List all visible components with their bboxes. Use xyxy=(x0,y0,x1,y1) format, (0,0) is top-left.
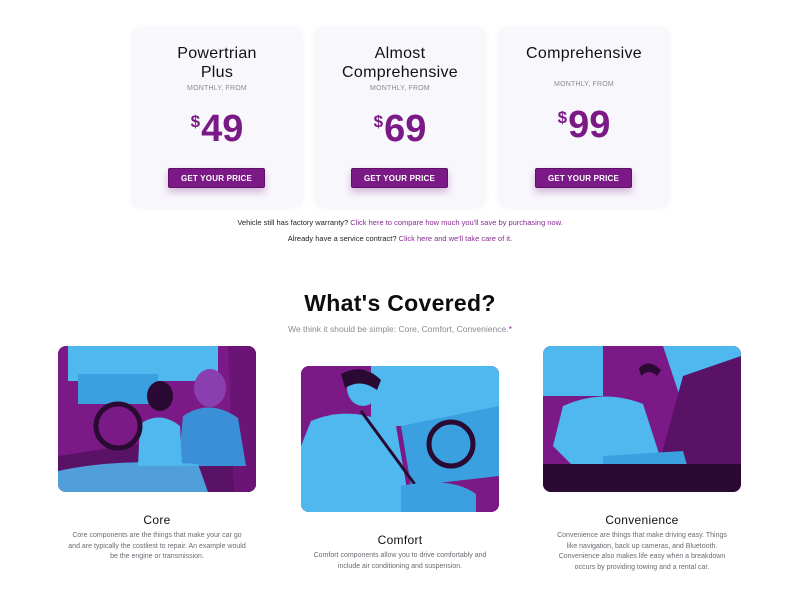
card-title: Convenience xyxy=(605,513,679,527)
card-description: Core components are the things that make… xyxy=(68,532,246,560)
currency-symbol: $ xyxy=(557,108,568,127)
price-amount: 49 xyxy=(201,108,244,150)
core-photo-car-friends xyxy=(58,346,256,492)
plan-subtitle: MONTHLY, FROM xyxy=(554,81,614,88)
plan-price: $49 xyxy=(132,108,302,150)
pricing-plans: Powertrian Plus MONTHLY, FROM $49 GET YO… xyxy=(132,28,670,208)
subtitle-text: We think it should be simple: Core, Comf… xyxy=(288,324,509,334)
plan-subtitle: MONTHLY, FROM xyxy=(370,85,430,92)
get-price-button-comprehensive[interactable]: GET YOUR PRICE xyxy=(535,168,632,188)
contract-note: Already have a service contract? Click h… xyxy=(0,234,800,243)
plan-price: $69 xyxy=(315,108,485,150)
plan-name-line2: Plus xyxy=(200,64,234,81)
plan-card-powertrain-plus: Powertrian Plus MONTHLY, FROM $49 GET YO… xyxy=(132,28,302,208)
card-title: Core xyxy=(143,513,171,527)
plan-card-comprehensive: Comprehensive MONTHLY, FROM $99 GET YOUR… xyxy=(499,28,669,208)
card-description: Comfort components allow you to drive co… xyxy=(313,552,487,570)
card-description: Convenience are things that make driving… xyxy=(557,532,727,571)
cut-off-text: · · · · · · xyxy=(360,0,440,4)
plan-name-line1: Powertrian xyxy=(177,45,257,62)
plan-name-line1: Almost xyxy=(374,45,426,62)
service-contract-link[interactable]: Click here and we'll take care of it. xyxy=(399,234,513,243)
compare-savings-link[interactable]: Click here to compare how much you'll sa… xyxy=(350,218,562,227)
card-title: Comfort xyxy=(377,533,423,547)
plan-card-almost-comprehensive: Almost Comprehensive MONTHLY, FROM $69 G… xyxy=(315,28,485,208)
plan-name-line2: Comprehensive xyxy=(342,64,458,81)
section-title: What's Covered? xyxy=(304,290,496,316)
warranty-text: Vehicle still has factory warranty? xyxy=(237,218,349,227)
convenience-photo-mechanic xyxy=(543,346,741,492)
footnote-mark: * xyxy=(508,324,512,334)
currency-symbol: $ xyxy=(373,112,384,131)
warranty-note: Vehicle still has factory warranty? Clic… xyxy=(0,218,800,227)
get-price-button-almost-comprehensive[interactable]: GET YOUR PRICE xyxy=(351,168,448,188)
plan-subtitle: MONTHLY, FROM xyxy=(187,85,247,92)
section-subtitle: We think it should be simple: Core, Comf… xyxy=(0,324,800,334)
price-amount: 69 xyxy=(384,108,427,150)
contract-text: Already have a service contract? xyxy=(287,234,397,243)
comfort-photo-driver-seatbelt xyxy=(301,366,499,512)
currency-symbol: $ xyxy=(190,112,201,131)
plan-price: $99 xyxy=(499,104,669,146)
price-amount: 99 xyxy=(568,104,611,146)
plan-name: Comprehensive xyxy=(526,45,642,62)
get-price-button-powertrain-plus[interactable]: GET YOUR PRICE xyxy=(168,168,265,188)
